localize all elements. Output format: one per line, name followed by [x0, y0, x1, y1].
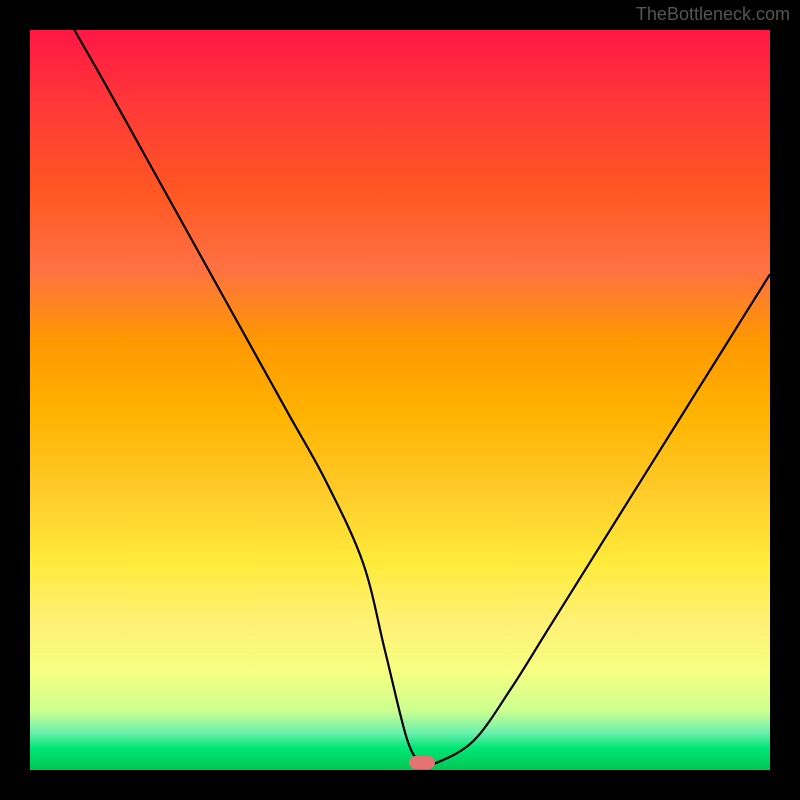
chart-container: TheBottleneck.com [0, 0, 800, 800]
watermark-text: TheBottleneck.com [636, 4, 790, 25]
optimal-point-marker [409, 756, 435, 769]
gradient-plot-area [30, 30, 770, 770]
